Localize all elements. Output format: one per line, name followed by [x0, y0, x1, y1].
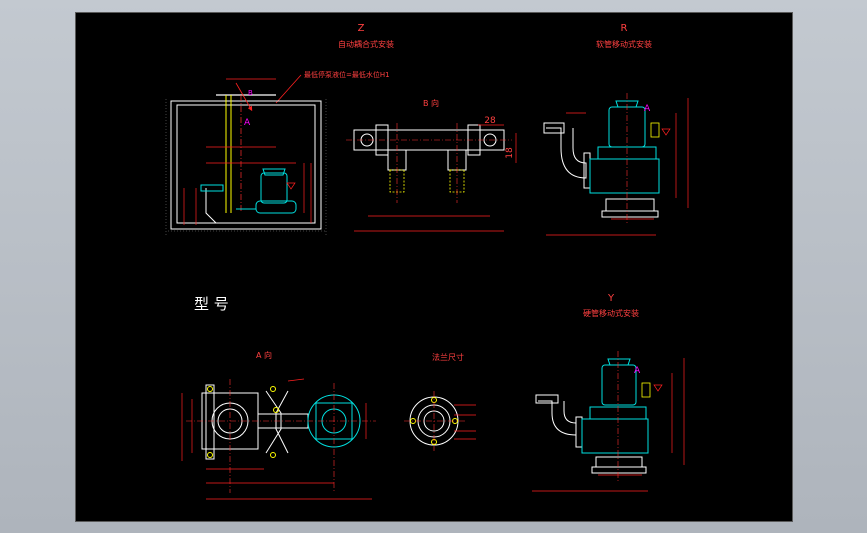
view-z-subtitle: 自动耦合式安装: [338, 39, 394, 49]
view-b-label: B 向: [423, 98, 439, 108]
drawing-canvas: Z 自动耦合式安装 最低停泵液位=最低水位H1 A B B 向 28 18 R …: [165, 23, 689, 500]
view-flange-label: 法兰尺寸: [432, 352, 464, 362]
view-z-marker-a: A: [244, 118, 251, 128]
view-z: Z 自动耦合式安装 最低停泵液位=最低水位H1 A B: [165, 23, 394, 235]
cad-drawing-sheet: Z 自动耦合式安装 最低停泵液位=最低水位H1 A B B 向 28 18 R …: [75, 12, 793, 522]
view-b-dim-28: 28: [484, 116, 496, 126]
view-y-subtitle: 硬管移动式安装: [583, 308, 639, 318]
view-b-dim-18: 18: [505, 147, 515, 159]
view-a: A 向: [181, 350, 376, 500]
view-r-letter: R: [621, 23, 628, 34]
view-y: Y 硬管移动式安装 A: [532, 293, 685, 492]
view-flange: 法兰尺寸: [404, 352, 476, 451]
view-r-subtitle: 软管移动式安装: [596, 39, 652, 49]
model-label: 型 号: [194, 295, 229, 313]
view-a-label: A 向: [256, 350, 272, 360]
view-z-letter: Z: [358, 23, 365, 34]
view-z-note: 最低停泵液位=最低水位H1: [304, 70, 390, 79]
view-y-letter: Y: [607, 293, 615, 304]
view-r-marker-a: A: [644, 104, 651, 114]
view-r: R 软管移动式安装 A: [543, 23, 689, 236]
view-b: B 向 28 18: [346, 98, 517, 232]
view-z-marker-b: B: [248, 89, 253, 97]
view-y-marker-a: A: [634, 366, 641, 376]
